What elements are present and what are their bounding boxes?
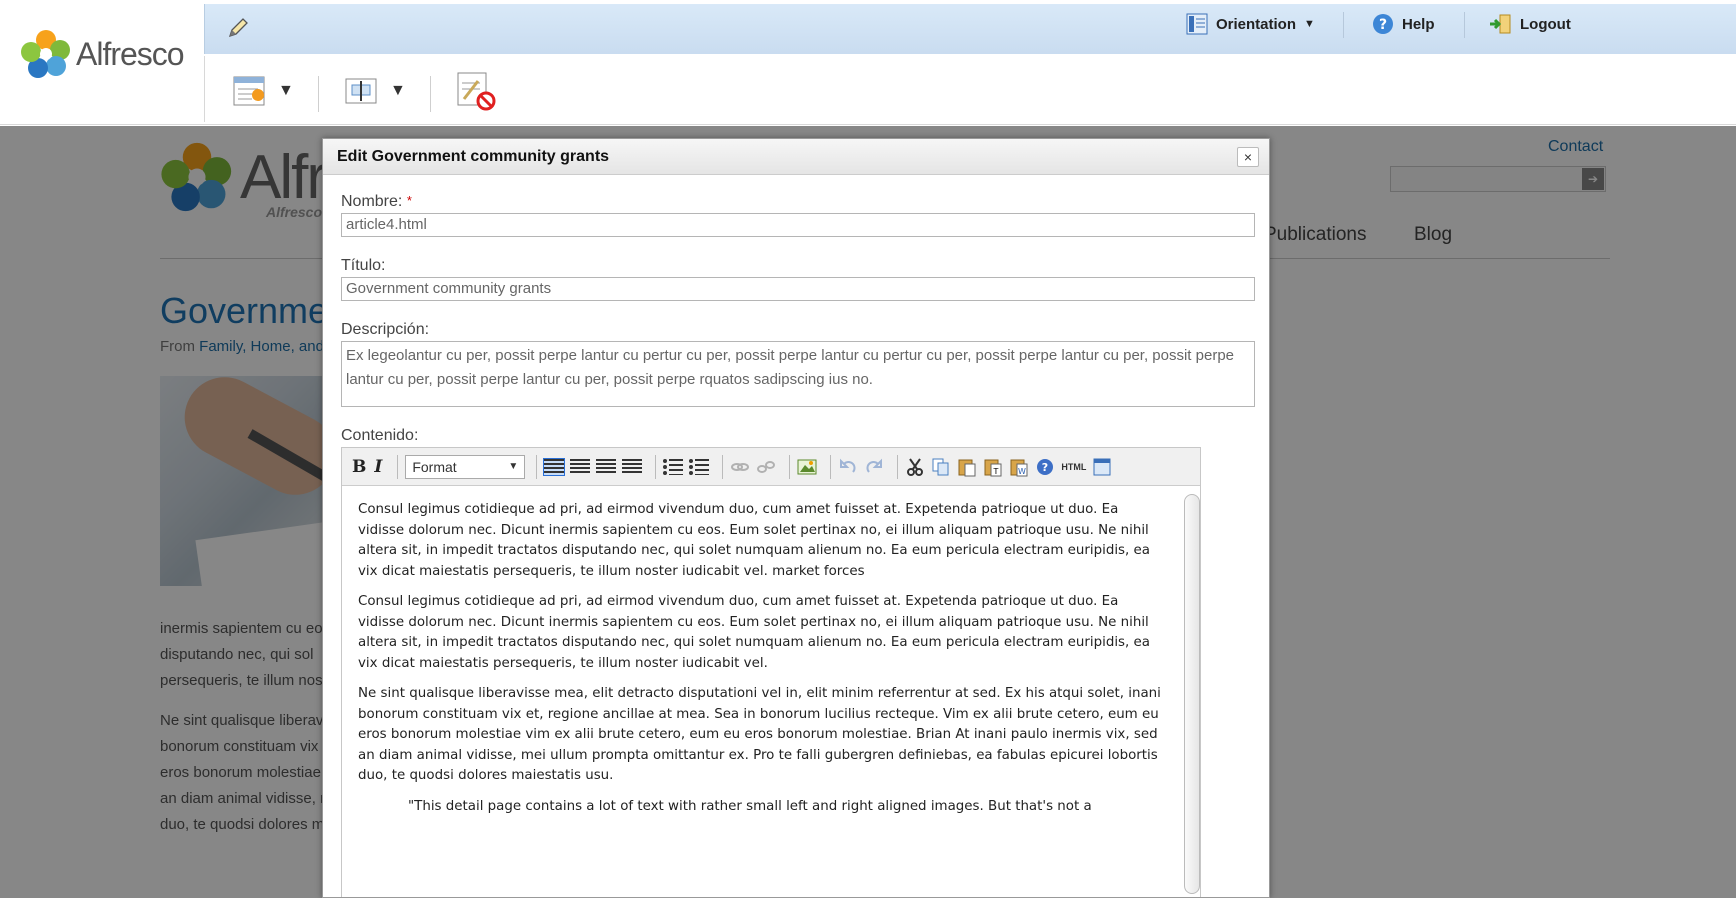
cut-icon[interactable]	[905, 457, 925, 477]
chevron-down-icon: ▼	[1304, 18, 1315, 30]
new-document-icon	[233, 76, 265, 106]
svg-text:T: T	[993, 467, 999, 476]
help-label: Help	[1402, 15, 1435, 33]
create-content-button[interactable]: ▼	[232, 68, 294, 114]
toolbar-separator	[430, 76, 431, 112]
logout-icon	[1490, 14, 1511, 34]
pencil-icon[interactable]	[226, 16, 250, 40]
toolbar-separator	[789, 454, 791, 479]
delete-document-icon	[457, 72, 496, 111]
paste-word-icon[interactable]: W	[1009, 457, 1029, 477]
nav-separator	[1464, 12, 1465, 38]
toolbar-separator	[318, 76, 319, 112]
format-select-value: Format	[412, 458, 457, 475]
content-label: Contenido:	[341, 427, 419, 444]
editor-toolbar: B I Format ▼ T W ? HTML	[342, 448, 1200, 486]
paste-text-icon[interactable]: T	[983, 457, 1003, 477]
svg-text:?: ?	[1379, 17, 1387, 33]
rich-text-editor: B I Format ▼ T W ? HTML Consul legimus c…	[341, 447, 1201, 897]
format-select[interactable]: Format ▼	[405, 454, 526, 479]
content-paragraph: Consul legimus cotidieque ad pri, ad eir…	[358, 594, 1150, 671]
fullscreen-icon[interactable]	[1092, 457, 1112, 477]
chevron-down-icon: ▼	[278, 82, 294, 99]
dialog-header: Edit Government community grants ×	[323, 139, 1269, 175]
link-icon[interactable]	[730, 457, 750, 477]
orientation-icon	[1186, 13, 1208, 35]
content-paragraph: Ne sint qualisque liberavisse mea, elit …	[358, 686, 1161, 783]
insert-image-icon[interactable]	[797, 457, 817, 477]
paste-icon[interactable]	[957, 457, 977, 477]
alfresco-logo[interactable]: Alfresco	[20, 28, 185, 80]
chevron-down-icon: ▼	[508, 461, 519, 472]
logout-link[interactable]: Logout	[1488, 10, 1571, 38]
top-toolbar: Alfresco ▼ ▼ Orientation ▼ ? Help Logout	[0, 0, 1736, 125]
undo-icon[interactable]	[838, 457, 858, 477]
content-paragraph: Consul legimus cotidieque ad pri, ad eir…	[358, 502, 1150, 579]
title-field[interactable]: Government community grants	[341, 277, 1255, 301]
align-center-icon[interactable]	[570, 458, 591, 475]
redo-icon[interactable]	[864, 457, 884, 477]
italic-button[interactable]: I	[374, 457, 382, 477]
help-link[interactable]: ? Help	[1372, 10, 1435, 38]
toolbar-separator	[722, 454, 724, 479]
align-right-icon[interactable]	[596, 458, 617, 475]
name-label: Nombre: *	[341, 193, 412, 211]
logout-label: Logout	[1520, 15, 1571, 33]
description-label: Descripción:	[341, 321, 430, 338]
align-left-icon[interactable]	[543, 457, 566, 476]
help-icon: ?	[1373, 14, 1393, 34]
required-indicator: *	[406, 193, 412, 208]
name-field[interactable]: article4.html	[341, 213, 1255, 237]
svg-text:W: W	[1018, 467, 1026, 476]
bold-button[interactable]: B	[352, 457, 366, 477]
edit-dialog: Edit Government community grants × Nombr…	[322, 138, 1270, 898]
toolbar-divider	[204, 56, 205, 122]
numbered-list-icon[interactable]	[689, 458, 710, 475]
delete-content-button[interactable]	[456, 68, 496, 114]
content-quote: "This detail page contains a lot of text…	[408, 798, 1092, 814]
help-icon[interactable]: ?	[1035, 457, 1055, 477]
nav-separator	[1343, 12, 1344, 38]
brand-name: Alfresco	[76, 35, 185, 72]
edit-content-button[interactable]: ▼	[344, 68, 406, 114]
copy-icon[interactable]	[931, 457, 951, 477]
close-button[interactable]: ×	[1237, 147, 1259, 167]
svg-text:?: ?	[1042, 461, 1048, 474]
toolbar-separator	[536, 454, 538, 479]
dialog-title: Edit Government community grants	[337, 148, 610, 165]
toolbar-separator	[655, 454, 657, 479]
html-source-button[interactable]: HTML	[1061, 462, 1086, 472]
toolbar-separator	[830, 454, 832, 479]
align-justify-icon[interactable]	[622, 458, 643, 475]
editor-content[interactable]: Consul legimus cotidieque ad pri, ad eir…	[342, 486, 1182, 897]
chevron-down-icon: ▼	[390, 82, 406, 99]
orientation-label: Orientation	[1216, 15, 1297, 33]
editor-scrollbar[interactable]	[1184, 494, 1200, 894]
description-field[interactable]: Ex legeolantur cu per, possit perpe lant…	[341, 341, 1255, 407]
title-label: Título:	[341, 257, 386, 274]
toolbar-separator	[397, 454, 399, 479]
toolbar-separator	[897, 454, 899, 479]
name-label-text: Nombre:	[341, 193, 403, 210]
unlink-icon[interactable]	[756, 457, 776, 477]
edit-document-icon	[345, 78, 377, 104]
alfresco-flower-icon	[21, 30, 70, 78]
bullet-list-icon[interactable]	[663, 458, 684, 475]
orientation-menu[interactable]: Orientation ▼	[1186, 10, 1315, 38]
